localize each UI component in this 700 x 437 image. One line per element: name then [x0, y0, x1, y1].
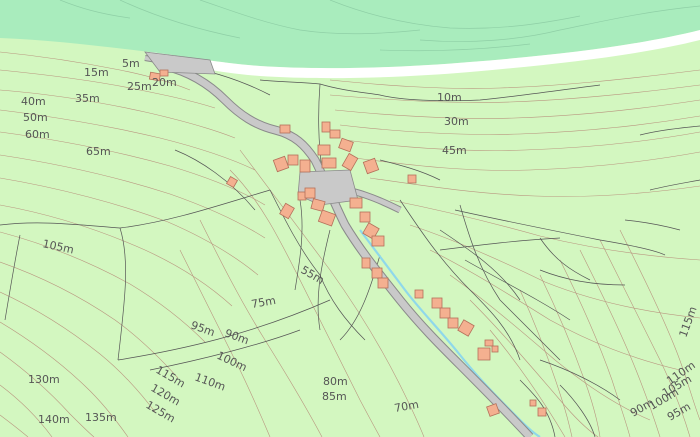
- contour-label: 65m: [86, 145, 111, 158]
- map-svg: 5m15m25m 20m40m 35m50m60m65m10m30m45m105m5…: [0, 0, 700, 437]
- contour-label: 45m: [442, 144, 467, 157]
- contour-label: 5m: [122, 57, 140, 70]
- contour-label: 85m: [322, 390, 347, 403]
- contour-label: 130m: [28, 373, 60, 386]
- contour-label: 40m: [21, 95, 46, 108]
- map-canvas[interactable]: 5m 15m 25m 20m 40m 35m 50m 60m 65m 10m 30m 45m 105m 5…: [0, 0, 700, 437]
- contour-label: 50m: [23, 111, 48, 124]
- contour-label: 140m: [38, 413, 70, 426]
- contour-label: 60m: [25, 128, 50, 141]
- contour-label: 80m: [323, 375, 348, 388]
- contour-label: 25m: [127, 80, 152, 93]
- contour-label: 135m: [85, 411, 117, 424]
- contour-label: 30m: [444, 115, 469, 128]
- contour-label: 10m: [437, 91, 462, 104]
- contour-label: 15m: [84, 66, 109, 79]
- contour-label: 20m: [152, 76, 177, 89]
- contour-label: 35m: [75, 92, 100, 105]
